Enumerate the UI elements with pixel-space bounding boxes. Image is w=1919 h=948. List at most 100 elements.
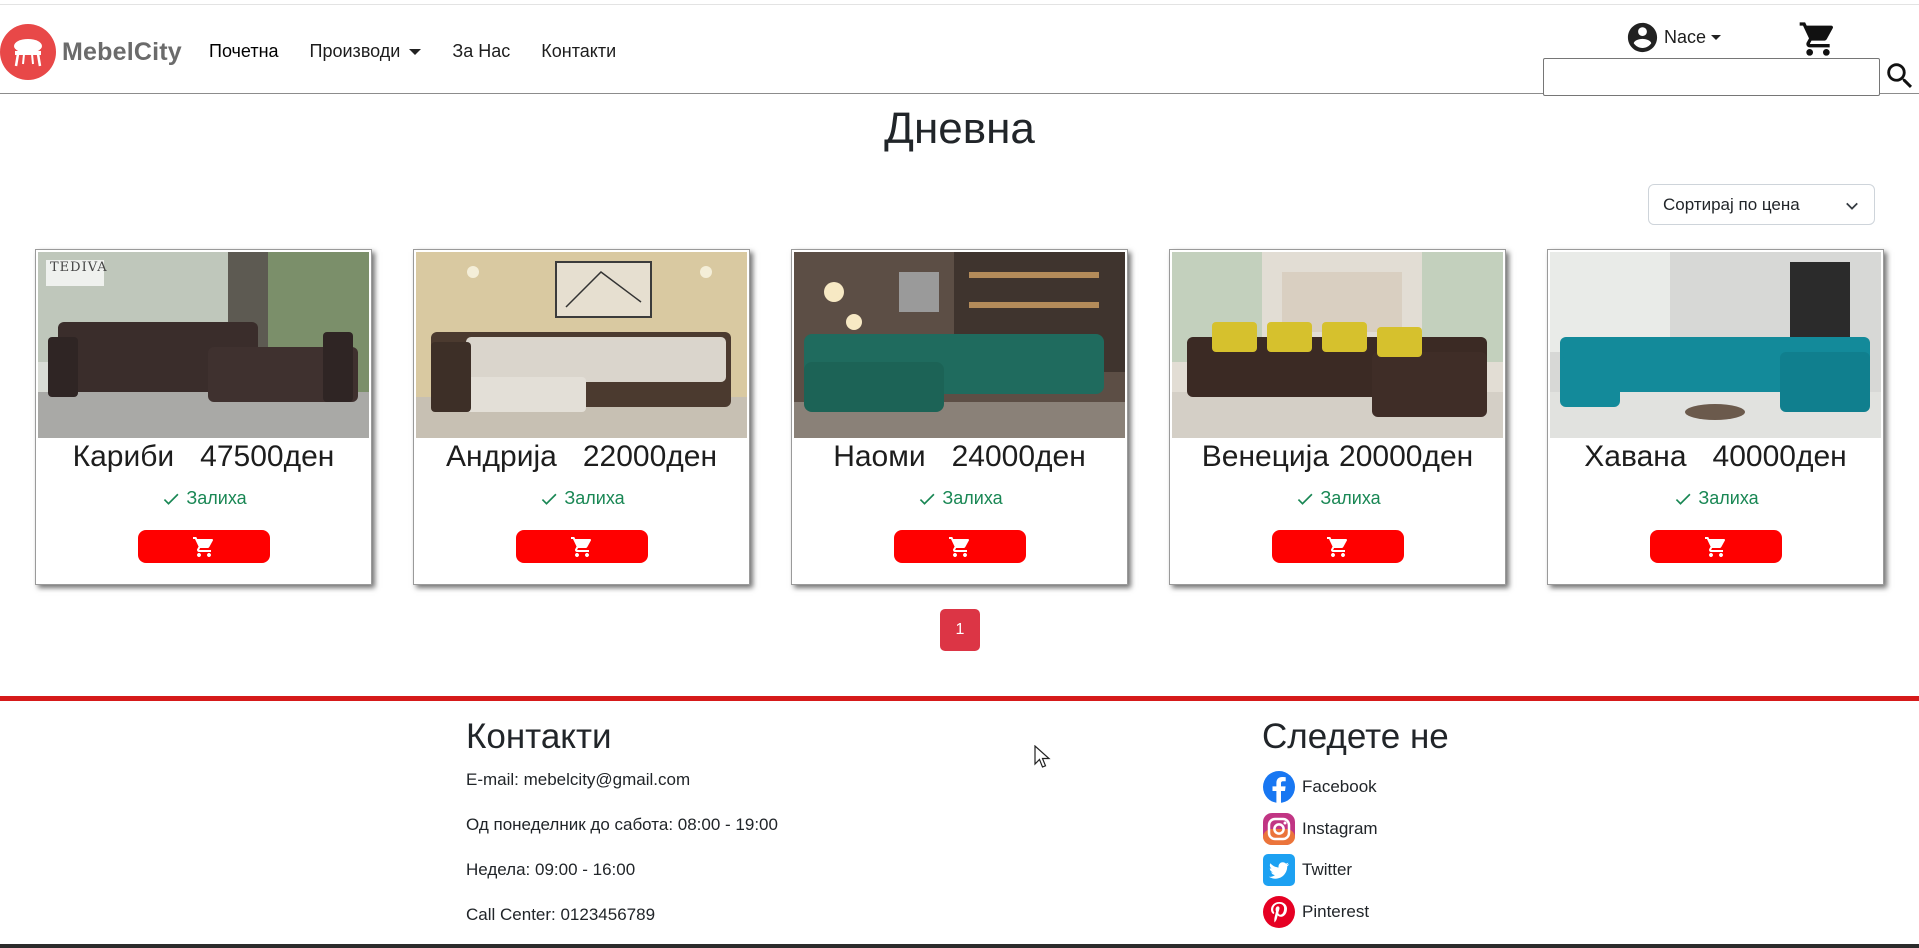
user-name: Nace [1664, 27, 1707, 47]
page-title: Дневна [884, 104, 1035, 153]
cart-icon [1705, 536, 1726, 557]
pinterest-label: Pinterest [1302, 902, 1370, 921]
add-to-cart-button[interactable] [516, 530, 648, 563]
footer-contacts: Контакти E-mail: mebelcity@gmail.com Од … [466, 701, 778, 924]
navbar: MebelCity Почетна Производи За Нас Конта… [0, 5, 1919, 96]
footer-call-center: Call Center: 0123456789 [466, 905, 656, 924]
check-icon [920, 493, 935, 505]
instagram-link[interactable]: Instagram [1262, 812, 1378, 846]
product-image[interactable] [1550, 252, 1881, 438]
add-to-cart-button[interactable] [894, 530, 1026, 563]
product-title: Наоми 24000ден [792, 436, 1127, 478]
product-price: 40000ден [1712, 440, 1847, 473]
nav-products-label: Производи [309, 41, 401, 61]
twitter-link[interactable]: Twitter [1262, 853, 1352, 887]
stock-status: Залиха [1170, 488, 1505, 509]
check-icon [164, 493, 179, 505]
sort-select[interactable]: Сортирај по цена [1648, 184, 1875, 225]
add-to-cart-button[interactable] [1650, 530, 1782, 563]
chair-icon [0, 24, 56, 80]
product-card[interactable]: Венеција 20000ден Залиха [1169, 249, 1506, 585]
cart-icon [193, 536, 214, 557]
cart-icon [1799, 22, 1834, 56]
footer: Контакти E-mail: mebelcity@gmail.com Од … [0, 696, 1919, 948]
stock-label: Залиха [186, 488, 247, 508]
footer-sunday-hours: Недела: 09:00 - 16:00 [466, 860, 636, 879]
pinterest-icon [1262, 895, 1296, 929]
chevron-down-icon [1711, 35, 1722, 40]
twitter-label: Twitter [1302, 860, 1353, 879]
user-menu[interactable]: Nace [1625, 20, 1722, 55]
cart-icon [1327, 536, 1348, 557]
sort-selected: Сортирај по цена [1663, 194, 1800, 214]
product-card[interactable]: Хавана 40000ден Залиха [1547, 249, 1884, 585]
product-image[interactable] [416, 252, 747, 438]
product-name: Андрија [445, 440, 557, 473]
product-card[interactable]: Андрија 22000ден Залиха [413, 249, 750, 585]
instagram-icon [1262, 812, 1296, 846]
search-button[interactable] [1883, 59, 1917, 98]
product-title: Венеција 20000ден [1170, 436, 1505, 478]
footer-follow: Следете не Facebook Instagram Twitter Pi… [1262, 701, 1449, 928]
cart-icon [571, 536, 592, 557]
product-title: Хавана 40000ден [1548, 436, 1883, 478]
product-price: 22000ден [582, 440, 718, 473]
nav-home-label: Почетна [209, 41, 279, 61]
product-name: Кариби [72, 440, 175, 473]
brand-link[interactable]: MebelCity [0, 24, 182, 80]
stock-status: Залиха [792, 488, 1127, 509]
nav-contacts[interactable]: Контакти [541, 41, 616, 62]
footer-contacts-title: Контакти [466, 717, 612, 756]
nav-contacts-label: Контакти [541, 41, 617, 61]
product-name: Венеција [1201, 440, 1330, 473]
product-title: Кариби 47500ден [36, 436, 371, 478]
stock-label: Залиха [942, 488, 1003, 508]
chevron-down-icon [1846, 202, 1858, 210]
mouse-cursor-icon [1034, 744, 1052, 774]
stock-status: Залиха [36, 488, 371, 509]
stock-label: Залиха [564, 488, 625, 508]
add-to-cart-button[interactable] [1272, 530, 1404, 563]
add-to-cart-button[interactable] [138, 530, 270, 563]
stock-status: Залиха [414, 488, 749, 509]
chevron-down-icon [409, 48, 422, 55]
cart-icon [949, 536, 970, 557]
product-card[interactable]: TEDIVA Кариби 47500ден Залиха [35, 249, 372, 585]
product-image[interactable] [794, 252, 1125, 438]
check-icon [542, 493, 557, 505]
nav-about[interactable]: За Нас [452, 41, 510, 62]
facebook-label: Facebook [1302, 777, 1377, 796]
product-card[interactable]: Наоми 24000ден Залиха [791, 249, 1128, 585]
footer-follow-title: Следете не [1262, 717, 1449, 756]
product-image[interactable]: TEDIVA [38, 252, 369, 438]
facebook-icon [1262, 770, 1296, 804]
bottom-bar [0, 944, 1919, 948]
product-name: Хавана [1584, 440, 1687, 473]
product-title: Андрија 22000ден [414, 436, 749, 478]
main-nav: Почетна Производи За Нас Контакти [209, 41, 647, 62]
check-icon [1676, 493, 1691, 505]
stock-label: Залиха [1698, 488, 1759, 508]
nav-about-label: За Нас [452, 41, 511, 61]
nav-products[interactable]: Производи [310, 41, 422, 62]
instagram-label: Instagram [1302, 819, 1378, 838]
footer-email: E-mail: mebelcity@gmail.com [466, 770, 691, 789]
facebook-link[interactable]: Facebook [1262, 770, 1377, 804]
user-circle-icon [1627, 22, 1658, 53]
product-price: 20000ден [1339, 440, 1474, 473]
brand-name: MebelCity [62, 37, 182, 66]
stock-status: Залиха [1548, 488, 1883, 509]
nav-home[interactable]: Почетна [209, 41, 279, 62]
search-icon [1887, 63, 1913, 89]
product-name: Наоми [833, 440, 926, 473]
footer-weekdays-hours: Од понеделник до сабота: 08:00 - 19:00 [466, 815, 778, 834]
pagination-page-1[interactable]: 1 [940, 609, 980, 651]
twitter-icon [1262, 853, 1296, 887]
product-image[interactable] [1172, 252, 1503, 438]
product-price: 24000ден [951, 440, 1086, 473]
stock-label: Залиха [1320, 488, 1381, 508]
product-price: 47500ден [200, 440, 335, 473]
search-input[interactable] [1543, 58, 1880, 96]
check-icon [1298, 493, 1313, 505]
pinterest-link[interactable]: Pinterest [1262, 895, 1369, 929]
